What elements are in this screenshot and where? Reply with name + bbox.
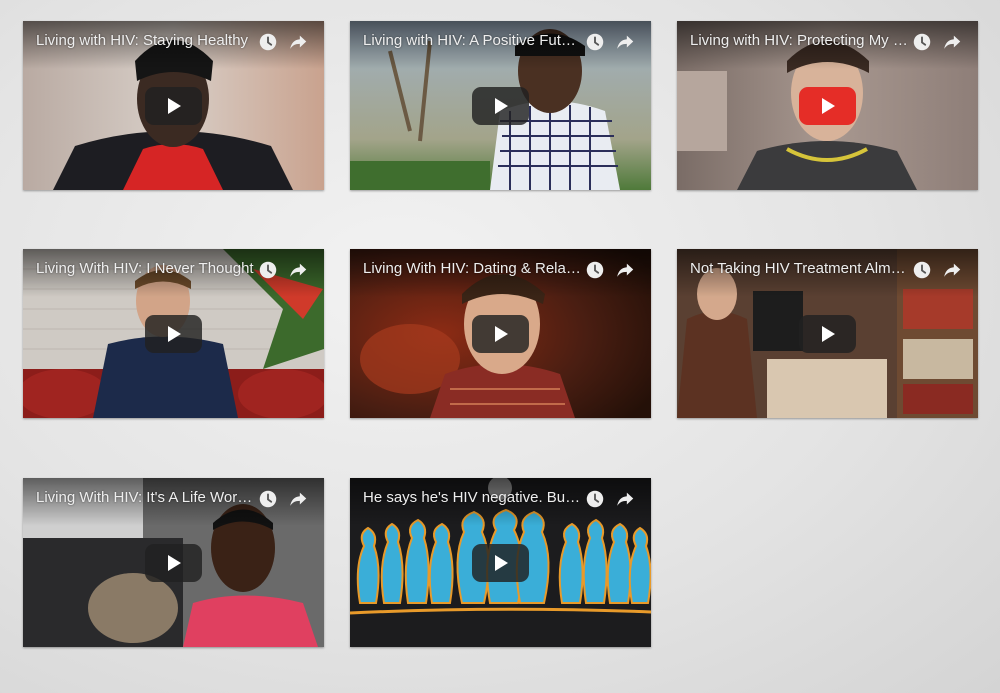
play-icon [495, 326, 508, 342]
video-title[interactable]: Living with HIV: A Positive Future [363, 32, 581, 50]
video-title[interactable]: Living With HIV: I Never Thought [36, 260, 254, 278]
share-icon[interactable] [614, 31, 636, 53]
video-card-life-worth-living[interactable]: Living With HIV: It's A Life Worth Livin… [23, 478, 324, 647]
play-icon [168, 555, 181, 571]
play-button[interactable] [145, 315, 202, 353]
video-title[interactable]: Living with HIV: Staying Healthy [36, 32, 254, 50]
video-title[interactable]: He says he's HIV negative. But ... [363, 489, 581, 507]
video-title[interactable]: Living with HIV: Protecting My Partner [690, 32, 908, 50]
play-button[interactable] [799, 315, 856, 353]
share-icon[interactable] [614, 488, 636, 510]
play-icon [822, 98, 835, 114]
play-icon [168, 98, 181, 114]
clock-icon[interactable] [584, 31, 606, 53]
share-icon[interactable] [614, 259, 636, 281]
clock-icon[interactable] [911, 31, 933, 53]
clock-icon[interactable] [911, 259, 933, 281]
video-title[interactable]: Living With HIV: It's A Life Worth Livin… [36, 489, 254, 507]
share-icon[interactable] [287, 488, 309, 510]
video-card-not-taking-treatment[interactable]: Not Taking HIV Treatment Almost [677, 249, 978, 418]
play-button[interactable] [145, 544, 202, 582]
video-card-staying-healthy[interactable]: Living with HIV: Staying Healthy [23, 21, 324, 190]
video-card-protecting-partner[interactable]: Living with HIV: Protecting My Partner [677, 21, 978, 190]
play-button[interactable] [472, 544, 529, 582]
clock-icon[interactable] [257, 488, 279, 510]
play-icon [822, 326, 835, 342]
video-card-never-thought[interactable]: Living With HIV: I Never Thought [23, 249, 324, 418]
video-card-positive-future[interactable]: Living with HIV: A Positive Future [350, 21, 651, 190]
play-icon [168, 326, 181, 342]
video-card-dating-relationships[interactable]: Living With HIV: Dating & Relationships [350, 249, 651, 418]
clock-icon[interactable] [584, 259, 606, 281]
video-title[interactable]: Living With HIV: Dating & Relationships [363, 260, 581, 278]
play-button[interactable] [472, 87, 529, 125]
video-grid: Living with HIV: Staying Healthy Living … [0, 0, 1000, 693]
share-icon[interactable] [287, 259, 309, 281]
share-icon[interactable] [941, 259, 963, 281]
clock-icon[interactable] [584, 488, 606, 510]
share-icon[interactable] [941, 31, 963, 53]
video-card-hiv-negative[interactable]: He says he's HIV negative. But ... [350, 478, 651, 647]
play-button[interactable] [145, 87, 202, 125]
video-title[interactable]: Not Taking HIV Treatment Almost [690, 260, 908, 278]
play-button[interactable] [472, 315, 529, 353]
play-button[interactable] [799, 87, 856, 125]
clock-icon[interactable] [257, 31, 279, 53]
play-icon [495, 98, 508, 114]
share-icon[interactable] [287, 31, 309, 53]
play-icon [495, 555, 508, 571]
clock-icon[interactable] [257, 259, 279, 281]
